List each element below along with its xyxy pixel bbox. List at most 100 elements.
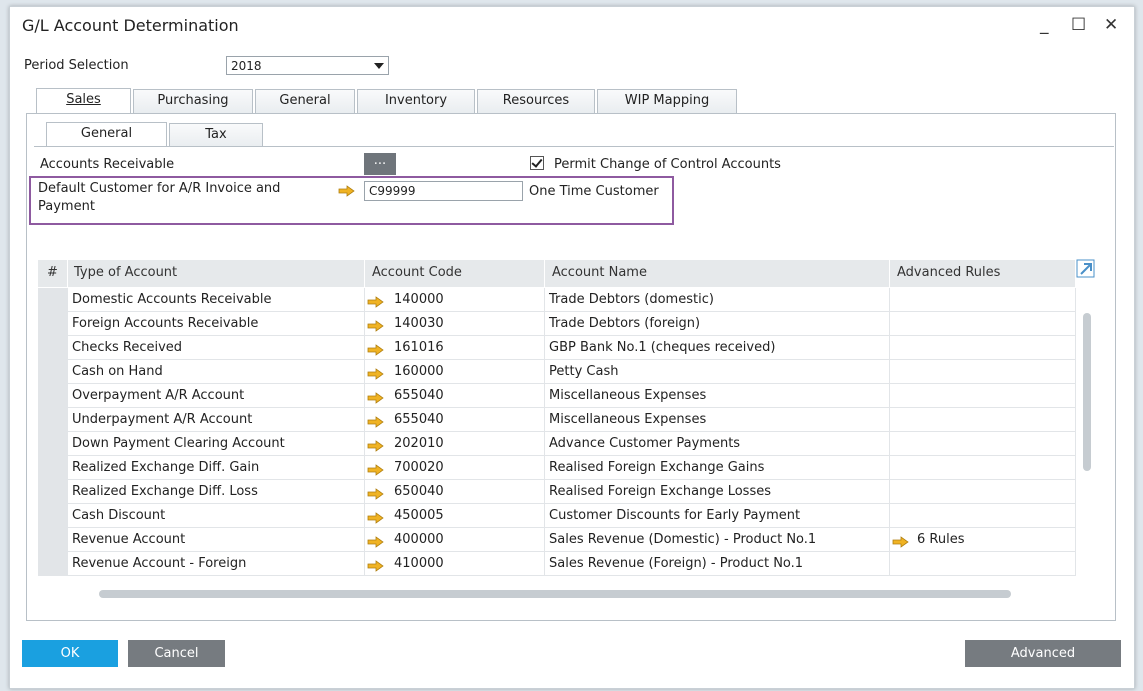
link-arrow-icon[interactable] [892, 533, 910, 551]
code-cell[interactable]: 160000 [365, 360, 545, 383]
code-cell[interactable]: 161016 [365, 336, 545, 359]
row-number-cell[interactable] [38, 480, 68, 503]
account-code: 161016 [394, 340, 444, 355]
code-cell[interactable]: 140030 [365, 312, 545, 335]
code-cell[interactable]: 410000 [365, 552, 545, 575]
link-arrow-icon[interactable] [367, 533, 385, 551]
code-cell[interactable]: 700020 [365, 456, 545, 479]
code-cell[interactable]: 400000 [365, 528, 545, 551]
advanced-rules-cell[interactable]: 6 Rules [890, 528, 1076, 551]
code-cell[interactable]: 655040 [365, 384, 545, 407]
row-number-cell[interactable] [38, 504, 68, 527]
link-arrow-icon[interactable] [367, 461, 385, 479]
code-cell[interactable]: 140000 [365, 288, 545, 311]
column-header-number[interactable]: # [38, 260, 68, 287]
advanced-button[interactable]: Advanced [965, 640, 1121, 667]
name-cell: Miscellaneous Expenses [545, 384, 890, 407]
link-arrow-icon[interactable] [367, 389, 385, 407]
code-cell[interactable]: 650040 [365, 480, 545, 503]
period-select[interactable]: 2018 [226, 56, 389, 75]
tab-resources[interactable]: Resources [477, 89, 595, 113]
advanced-rules-cell[interactable] [890, 432, 1076, 455]
advanced-rules-cell[interactable] [890, 384, 1076, 407]
table-row[interactable]: Overpayment A/R Account 655040 Miscellaneo… [38, 384, 1076, 408]
maximize-icon[interactable]: ☐ [1071, 15, 1086, 35]
table-row[interactable]: Checks Received 161016 GBP Bank No.1 (cheq… [38, 336, 1076, 360]
code-cell[interactable]: 655040 [365, 408, 545, 431]
row-number-cell[interactable] [38, 360, 68, 383]
table-row[interactable]: Cash on Hand 160000 Petty Cash [38, 360, 1076, 384]
column-header-name[interactable]: Account Name [545, 260, 890, 287]
tab-inventory[interactable]: Inventory [357, 89, 475, 113]
advanced-rules-cell[interactable] [890, 456, 1076, 479]
row-number-cell[interactable] [38, 456, 68, 479]
link-arrow-icon[interactable] [367, 365, 385, 383]
row-number-cell[interactable] [38, 408, 68, 431]
row-number-cell[interactable] [38, 528, 68, 551]
table-row[interactable]: Cash Discount 450005 Customer Discounts fo… [38, 504, 1076, 528]
row-number-cell[interactable] [38, 288, 68, 311]
advanced-rules-cell[interactable] [890, 336, 1076, 359]
row-number-cell[interactable] [38, 432, 68, 455]
name-cell: Sales Revenue (Foreign) - Product No.1 [545, 552, 890, 575]
default-customer-label-line2: Payment [38, 199, 95, 214]
link-arrow-icon[interactable] [367, 557, 385, 575]
link-arrow-icon[interactable] [367, 317, 385, 335]
link-arrow-icon[interactable] [367, 509, 385, 527]
link-arrow-icon[interactable] [367, 413, 385, 431]
column-header-advanced-rules[interactable]: Advanced Rules [890, 260, 1076, 287]
subtab-general[interactable]: General [46, 122, 167, 148]
table-row[interactable]: Underpayment A/R Account 655040 Miscellane… [38, 408, 1076, 432]
tab-purchasing[interactable]: Purchasing [133, 89, 253, 113]
advanced-rules-cell[interactable] [890, 480, 1076, 503]
name-cell: Petty Cash [545, 360, 890, 383]
link-arrow-icon[interactable] [338, 185, 356, 197]
code-cell[interactable]: 450005 [365, 504, 545, 527]
name-cell: Trade Debtors (domestic) [545, 288, 890, 311]
expand-icon[interactable] [1076, 259, 1096, 279]
table-row[interactable]: Realized Exchange Diff. Gain 700020 Realis… [38, 456, 1076, 480]
ok-button[interactable]: OK [22, 640, 118, 667]
advanced-rules-cell[interactable] [890, 408, 1076, 431]
tab-wip-mapping[interactable]: WIP Mapping [597, 89, 737, 113]
link-arrow-icon[interactable] [367, 293, 385, 311]
account-code: 450005 [394, 508, 444, 523]
code-cell[interactable]: 202010 [365, 432, 545, 455]
close-icon[interactable]: ✕ [1104, 15, 1118, 35]
subtab-tax[interactable]: Tax [169, 123, 263, 147]
accounts-receivable-browse-button[interactable]: ... [364, 153, 396, 175]
horizontal-scrollbar[interactable] [99, 590, 1011, 598]
row-number-cell[interactable] [38, 384, 68, 407]
column-header-code[interactable]: Account Code [365, 260, 545, 287]
table-row[interactable]: Foreign Accounts Receivable 140030 Trade D… [38, 312, 1076, 336]
account-code: 400000 [394, 532, 444, 547]
advanced-rules-cell[interactable] [890, 504, 1076, 527]
tab-sales[interactable]: Sales [36, 88, 131, 114]
row-number-cell[interactable] [38, 336, 68, 359]
minimize-icon[interactable]: _ [1040, 15, 1049, 35]
advanced-rules-cell[interactable] [890, 312, 1076, 335]
column-header-type[interactable]: Type of Account [68, 260, 365, 287]
advanced-rules-cell[interactable] [890, 288, 1076, 311]
link-arrow-icon[interactable] [367, 341, 385, 359]
cancel-button[interactable]: Cancel [128, 640, 225, 667]
permit-change-checkbox[interactable] [530, 156, 544, 170]
advanced-rules-cell[interactable] [890, 552, 1076, 575]
link-arrow-icon[interactable] [367, 437, 385, 455]
table-row[interactable]: Down Payment Clearing Account 202010 Advan… [38, 432, 1076, 456]
name-cell: Customer Discounts for Early Payment [545, 504, 890, 527]
type-cell: Underpayment A/R Account [68, 408, 365, 431]
row-number-cell[interactable] [38, 312, 68, 335]
row-number-cell[interactable] [38, 552, 68, 575]
table-row[interactable]: Revenue Account 400000 Sales Revenue (Dome… [38, 528, 1076, 552]
link-arrow-icon[interactable] [367, 485, 385, 503]
default-customer-code-input[interactable]: C99999 [364, 181, 523, 201]
advanced-rules-cell[interactable] [890, 360, 1076, 383]
period-selection-label: Period Selection [24, 58, 129, 73]
tab-general[interactable]: General [255, 89, 355, 113]
table-row[interactable]: Domestic Accounts Receivable 140000 Trade … [38, 288, 1076, 312]
vertical-scrollbar[interactable] [1083, 313, 1091, 471]
table-row[interactable]: Realized Exchange Diff. Loss 650040 Realis… [38, 480, 1076, 504]
table-row[interactable]: Revenue Account - Foreign 410000 Sales Rev… [38, 552, 1076, 576]
advanced-rules-count: 6 Rules [917, 532, 965, 547]
